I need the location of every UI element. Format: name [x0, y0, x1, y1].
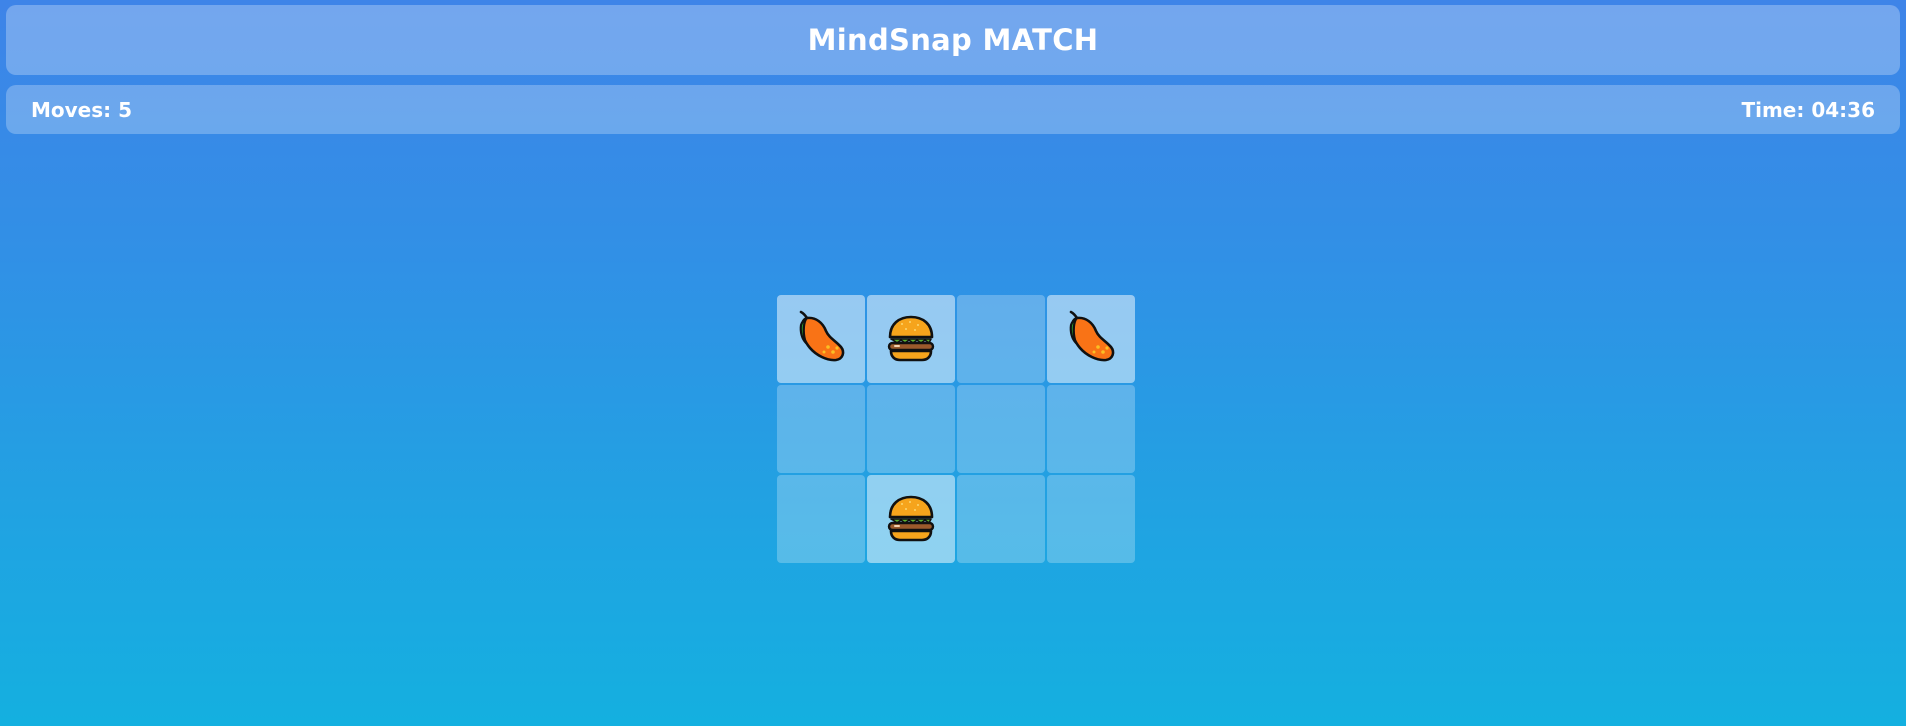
card-r3-c4[interactable]	[1047, 475, 1135, 563]
card-r2-c1[interactable]	[777, 385, 865, 473]
mango-icon	[792, 310, 850, 368]
card-r1-c3[interactable]	[957, 295, 1045, 383]
timer: Time: 04:36	[1741, 98, 1875, 122]
card-r2-c4[interactable]	[1047, 385, 1135, 473]
card-r2-c3[interactable]	[957, 385, 1045, 473]
card-r2-c2[interactable]	[867, 385, 955, 473]
card-r1-c1[interactable]	[777, 295, 865, 383]
mango-icon	[1062, 310, 1120, 368]
game-header: MindSnap MATCH	[6, 5, 1900, 75]
card-r1-c2[interactable]	[867, 295, 955, 383]
card-r3-c3[interactable]	[957, 475, 1045, 563]
moves-value: 5	[118, 97, 133, 122]
game-title: MindSnap MATCH	[807, 23, 1099, 57]
card-grid	[777, 295, 1135, 563]
hamburger-icon	[882, 490, 940, 548]
card-r1-c4[interactable]	[1047, 295, 1135, 383]
hamburger-icon	[882, 310, 940, 368]
card-r3-c1[interactable]	[777, 475, 865, 563]
time-label: Time:	[1741, 97, 1805, 122]
status-bar: Moves: 5 Time: 04:36	[6, 85, 1900, 134]
time-value: 04:36	[1811, 97, 1875, 122]
moves-label: Moves:	[31, 97, 112, 122]
card-r3-c2[interactable]	[867, 475, 955, 563]
moves-counter: Moves: 5	[31, 98, 132, 122]
